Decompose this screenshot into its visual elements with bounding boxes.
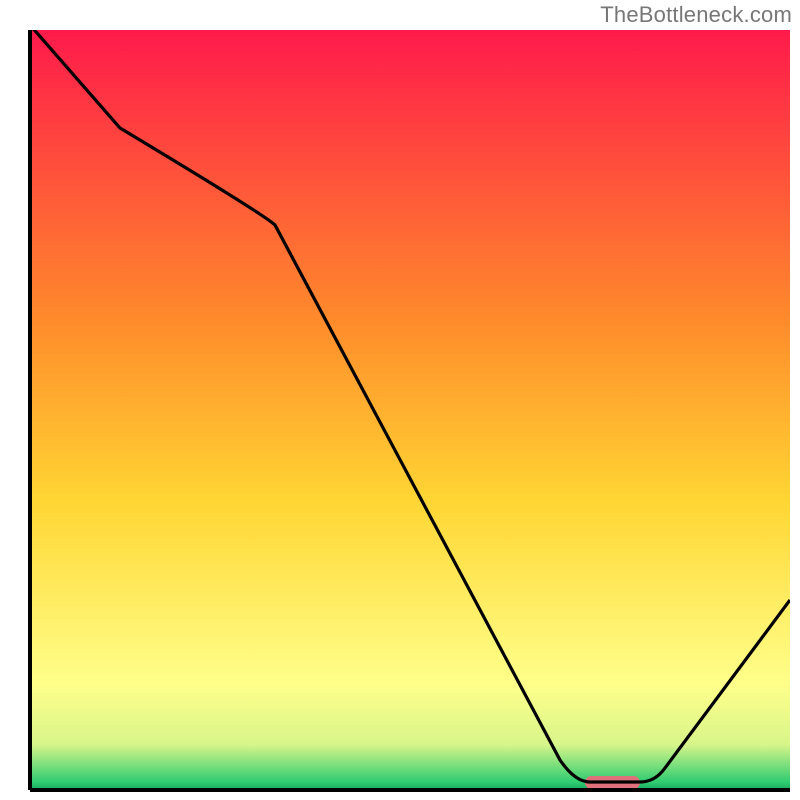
- chart-container: { "watermark": "TheBottleneck.com", "col…: [0, 0, 800, 800]
- watermark-text: TheBottleneck.com: [600, 2, 792, 28]
- bottleneck-chart: [0, 0, 800, 800]
